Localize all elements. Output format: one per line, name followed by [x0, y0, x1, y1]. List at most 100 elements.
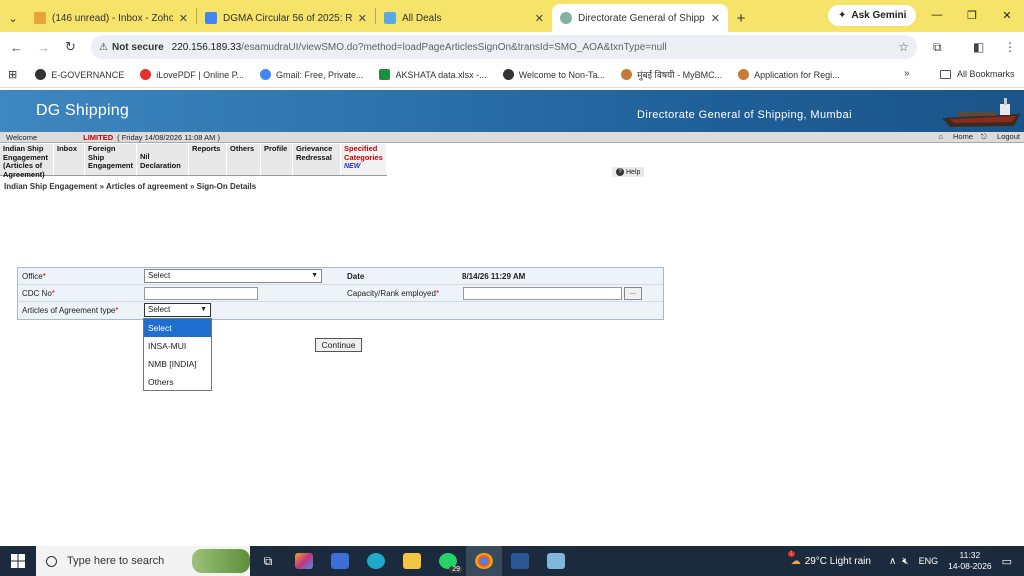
heart-icon — [140, 69, 152, 80]
tray-chevron-up-icon[interactable]: ∧ — [889, 556, 896, 567]
all-bookmarks-button[interactable]: All Bookmarks — [940, 69, 1015, 79]
welcome-bar: Welcome LIMITED ( Friday 14/08/2026 11:0… — [0, 132, 1024, 143]
volume-muted-icon[interactable]: 🔇︎ — [902, 556, 908, 567]
new-tab-plus-icon[interactable]: + — [728, 4, 754, 32]
search-icon — [46, 555, 57, 567]
bookmark-gmail[interactable]: Gmail: Free, Private... — [259, 69, 363, 80]
profile-icon[interactable]: ◧ — [973, 40, 984, 54]
aoa-type-label: Articles of Agreement type* — [22, 306, 119, 315]
main-menu: Indian Ship Engagement (Articles of Agre… — [0, 144, 387, 178]
aoa-option-insa-mui[interactable]: INSA-MUI — [144, 337, 211, 355]
taskbar-clock[interactable]: 11:32 14-08-2026 — [948, 550, 991, 572]
menu-reports[interactable]: Reports — [189, 144, 227, 175]
bookmark-welcome-non-ta[interactable]: Welcome to Non-Ta... — [502, 69, 605, 80]
logout-link[interactable]: ⎋ Logout — [981, 132, 1020, 142]
minimize-icon[interactable]: — — [920, 0, 954, 30]
aoa-type-select[interactable]: Select ▼ — [144, 303, 211, 317]
sign-on-form: Office* Select ▼ Date 8/14/26 11:29 AM C… — [17, 267, 664, 320]
close-tab-icon[interactable]: ✕ — [535, 12, 544, 25]
aoa-option-nmb-india[interactable]: NMB [INDIA] — [144, 355, 211, 373]
capacity-browse-button[interactable]: ... — [624, 287, 642, 300]
welcome-date: ( Friday 14/08/2026 11:08 AM ) — [117, 132, 220, 142]
close-window-icon[interactable]: ✕ — [990, 0, 1024, 30]
close-tab-icon[interactable]: ✕ — [358, 12, 367, 25]
menu-nil-declaration[interactable]: Nil Declaration — [137, 144, 189, 175]
ship-image-icon — [942, 98, 1020, 127]
edge-button[interactable] — [358, 546, 394, 576]
capacity-label: Capacity/Rank employed* — [347, 289, 440, 298]
tab-search-chevron-icon[interactable]: ⌄ — [0, 4, 26, 32]
user-company-name: LIMITED — [83, 132, 114, 142]
forward-arrow-icon[interactable]: → — [30, 34, 57, 60]
tab-dgma-circular[interactable]: DGMA Circular 56 of 2025: Revi ✕ — [197, 4, 375, 32]
capacity-rank-input[interactable] — [463, 287, 622, 300]
task-view-icon: ⧉ — [263, 553, 273, 568]
menu-others[interactable]: Others — [227, 144, 261, 175]
continue-button[interactable]: Continue — [315, 338, 362, 352]
aoa-option-others[interactable]: Others — [144, 373, 211, 391]
home-link[interactable]: ⌂ Home — [938, 132, 973, 142]
edge-icon — [367, 553, 385, 569]
menu-profile[interactable]: Profile — [261, 144, 293, 175]
office-label: Office* — [22, 272, 46, 281]
menu-specified-categories[interactable]: Specified Categories NEW — [341, 144, 387, 175]
bookmark-ilovepdf[interactable]: iLovePDF | Online P... — [140, 69, 244, 80]
docs-icon — [205, 12, 217, 24]
weather-text[interactable]: 29°C Light rain — [805, 556, 871, 567]
apps-grid-icon[interactable]: ⊞ — [8, 68, 17, 81]
close-tab-icon[interactable]: ✕ — [711, 12, 720, 25]
globe-icon — [502, 69, 514, 80]
security-indicator[interactable]: ⚠ Not secure — [99, 42, 164, 53]
date-label: Date — [347, 272, 365, 281]
bookmark-application-regi[interactable]: Application for Regi... — [738, 69, 840, 80]
more-bookmarks-chevron-icon[interactable]: » — [904, 68, 910, 79]
notepad-button[interactable] — [538, 546, 574, 576]
weather-alert-icon[interactable]: ☁ 1 — [787, 550, 801, 567]
menu-grievance-redressal[interactable]: Grievance Redressal — [293, 144, 341, 175]
office-select[interactable]: Select ▼ — [144, 269, 322, 283]
help-button[interactable]: ? Help — [612, 167, 645, 177]
tab-all-deals[interactable]: All Deals ✕ — [376, 4, 552, 32]
bookmark-mybmc[interactable]: मुंबई विषयी - MyBMC... — [621, 68, 722, 81]
task-view-button[interactable]: ⧉ — [250, 546, 286, 576]
cdc-no-input[interactable] — [144, 287, 258, 300]
tab-zoho-inbox[interactable]: (146 unread) - Inbox - Zoho Ma ✕ — [26, 4, 196, 32]
google-icon — [259, 69, 271, 80]
copilot-icon — [295, 553, 313, 569]
menu-kebab-icon[interactable]: ⋮ — [1004, 40, 1016, 54]
reload-icon[interactable]: ↻ — [57, 34, 84, 60]
word-button[interactable] — [502, 546, 538, 576]
extensions-puzzle-icon[interactable]: ⧉ — [933, 40, 942, 55]
menu-foreign-ship-engagement[interactable]: Foreign Ship Engagement — [85, 144, 137, 175]
bookmark-e-governance[interactable]: E-GOVERNANCE — [35, 69, 124, 80]
globe-icon — [35, 69, 47, 80]
close-tab-icon[interactable]: ✕ — [179, 12, 188, 25]
windows-taskbar: Type here to search ⧉ 29 ☁ 1 29°C Light r… — [0, 546, 1024, 576]
bookmark-akshata-data[interactable]: AKSHATA data.xlsx -... — [379, 69, 487, 80]
word-icon — [511, 553, 529, 569]
ask-gemini-button[interactable]: ✦ Ask Gemini — [828, 5, 917, 26]
language-indicator[interactable]: ENG — [919, 556, 939, 566]
windows-start-button[interactable] — [0, 546, 36, 576]
app-blue-window-button[interactable] — [322, 546, 358, 576]
menu-inbox[interactable]: Inbox — [54, 144, 85, 175]
copilot-button[interactable] — [286, 546, 322, 576]
tab-dg-shipping[interactable]: Directorate General of Shipping ✕ — [552, 4, 728, 32]
folder-icon — [403, 553, 421, 569]
back-arrow-icon[interactable]: ← — [3, 34, 30, 60]
bmc-logo-icon — [621, 69, 633, 80]
menu-indian-ship-engagement[interactable]: Indian Ship Engagement (Articles of Agre… — [0, 144, 54, 178]
aoa-option-select[interactable]: Select — [144, 319, 211, 337]
bookmark-star-icon[interactable]: ☆ — [898, 40, 909, 54]
windows-logo-icon — [11, 554, 25, 568]
restore-window-icon[interactable]: ❐ — [955, 0, 989, 30]
chrome-button[interactable] — [466, 546, 502, 576]
address-bar[interactable]: ⚠ Not secure 220.156.189.33/esamudraUI/v… — [91, 35, 917, 59]
taskbar-search-input[interactable]: Type here to search — [36, 546, 250, 576]
breadcrumb: Indian Ship Engagement » Articles of agr… — [4, 182, 257, 191]
whatsapp-button[interactable]: 29 — [430, 546, 466, 576]
notifications-icon[interactable]: ▭ — [1002, 555, 1012, 568]
file-explorer-button[interactable] — [394, 546, 430, 576]
site-org-title: Directorate General of Shipping, Mumbai — [637, 109, 852, 121]
bmc-logo-icon — [738, 69, 750, 80]
